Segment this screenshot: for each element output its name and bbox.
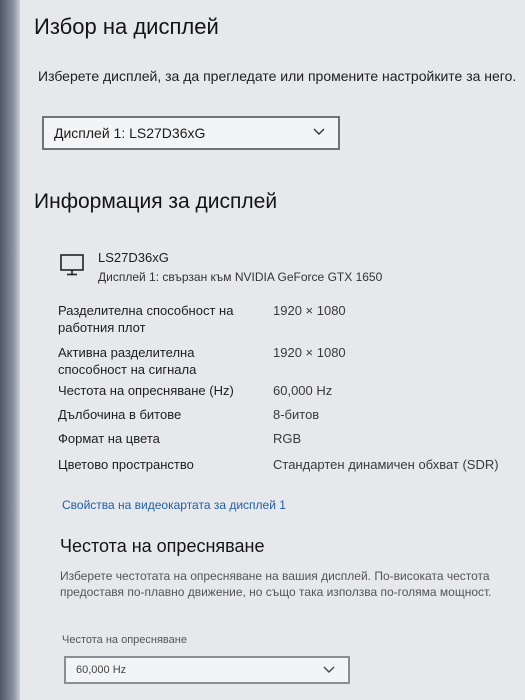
chevron-down-icon xyxy=(323,666,335,673)
settings-page: Избор на дисплей Изберете дисплей, за да… xyxy=(20,0,525,700)
property-label: Честота на опресняване (Hz) xyxy=(58,383,234,398)
display-info-heading: Информация за дисплей xyxy=(34,190,278,213)
refresh-rate-description: Изберете честотата на опресняване на ваш… xyxy=(60,569,492,599)
background-edge xyxy=(0,0,20,700)
monitor-name: LS27D36xG xyxy=(98,250,169,265)
monitor-summary: LS27D36xG Дисплей 1: свързан към NVIDIA … xyxy=(56,248,506,288)
display-select-value: Дисплей 1: LS27D36xG xyxy=(54,125,206,141)
property-label: Формат на цвета xyxy=(58,431,160,446)
property-value: 1920 × 1080 xyxy=(273,303,346,318)
refresh-rate-value: 60,000 Hz xyxy=(76,664,127,676)
property-label: Разделителна способност на работния плот xyxy=(58,303,234,335)
refresh-rate-dropdown[interactable]: 60,000 Hz xyxy=(64,656,350,684)
adapter-properties-link[interactable]: Свойства на видеокартата за дисплей 1 xyxy=(62,498,286,512)
property-value: 1920 × 1080 xyxy=(273,345,346,360)
property-value: 8-битов xyxy=(273,407,320,422)
property-label: Активна разделителна способност на сигна… xyxy=(58,345,197,377)
chevron-down-icon xyxy=(313,128,325,135)
monitor-icon xyxy=(60,254,84,276)
property-label: Цветово пространство xyxy=(58,457,194,472)
property-value: Стандартен динамичен обхват (SDR) xyxy=(273,457,499,472)
display-select-dropdown[interactable]: Дисплей 1: LS27D36xG xyxy=(42,116,340,150)
property-label: Дълбочина в битове xyxy=(58,407,182,422)
refresh-rate-label: Честота на опресняване xyxy=(62,634,187,646)
property-value: 60,000 Hz xyxy=(273,383,333,398)
display-select-hint: Изберете дисплей, за да прегледате или п… xyxy=(38,68,517,84)
display-select-heading: Избор на дисплей xyxy=(34,14,219,39)
monitor-description: Дисплей 1: свързан към NVIDIA GeForce GT… xyxy=(98,270,383,284)
refresh-rate-heading: Честота на опресняване xyxy=(60,536,265,556)
property-value: RGB xyxy=(273,431,302,446)
